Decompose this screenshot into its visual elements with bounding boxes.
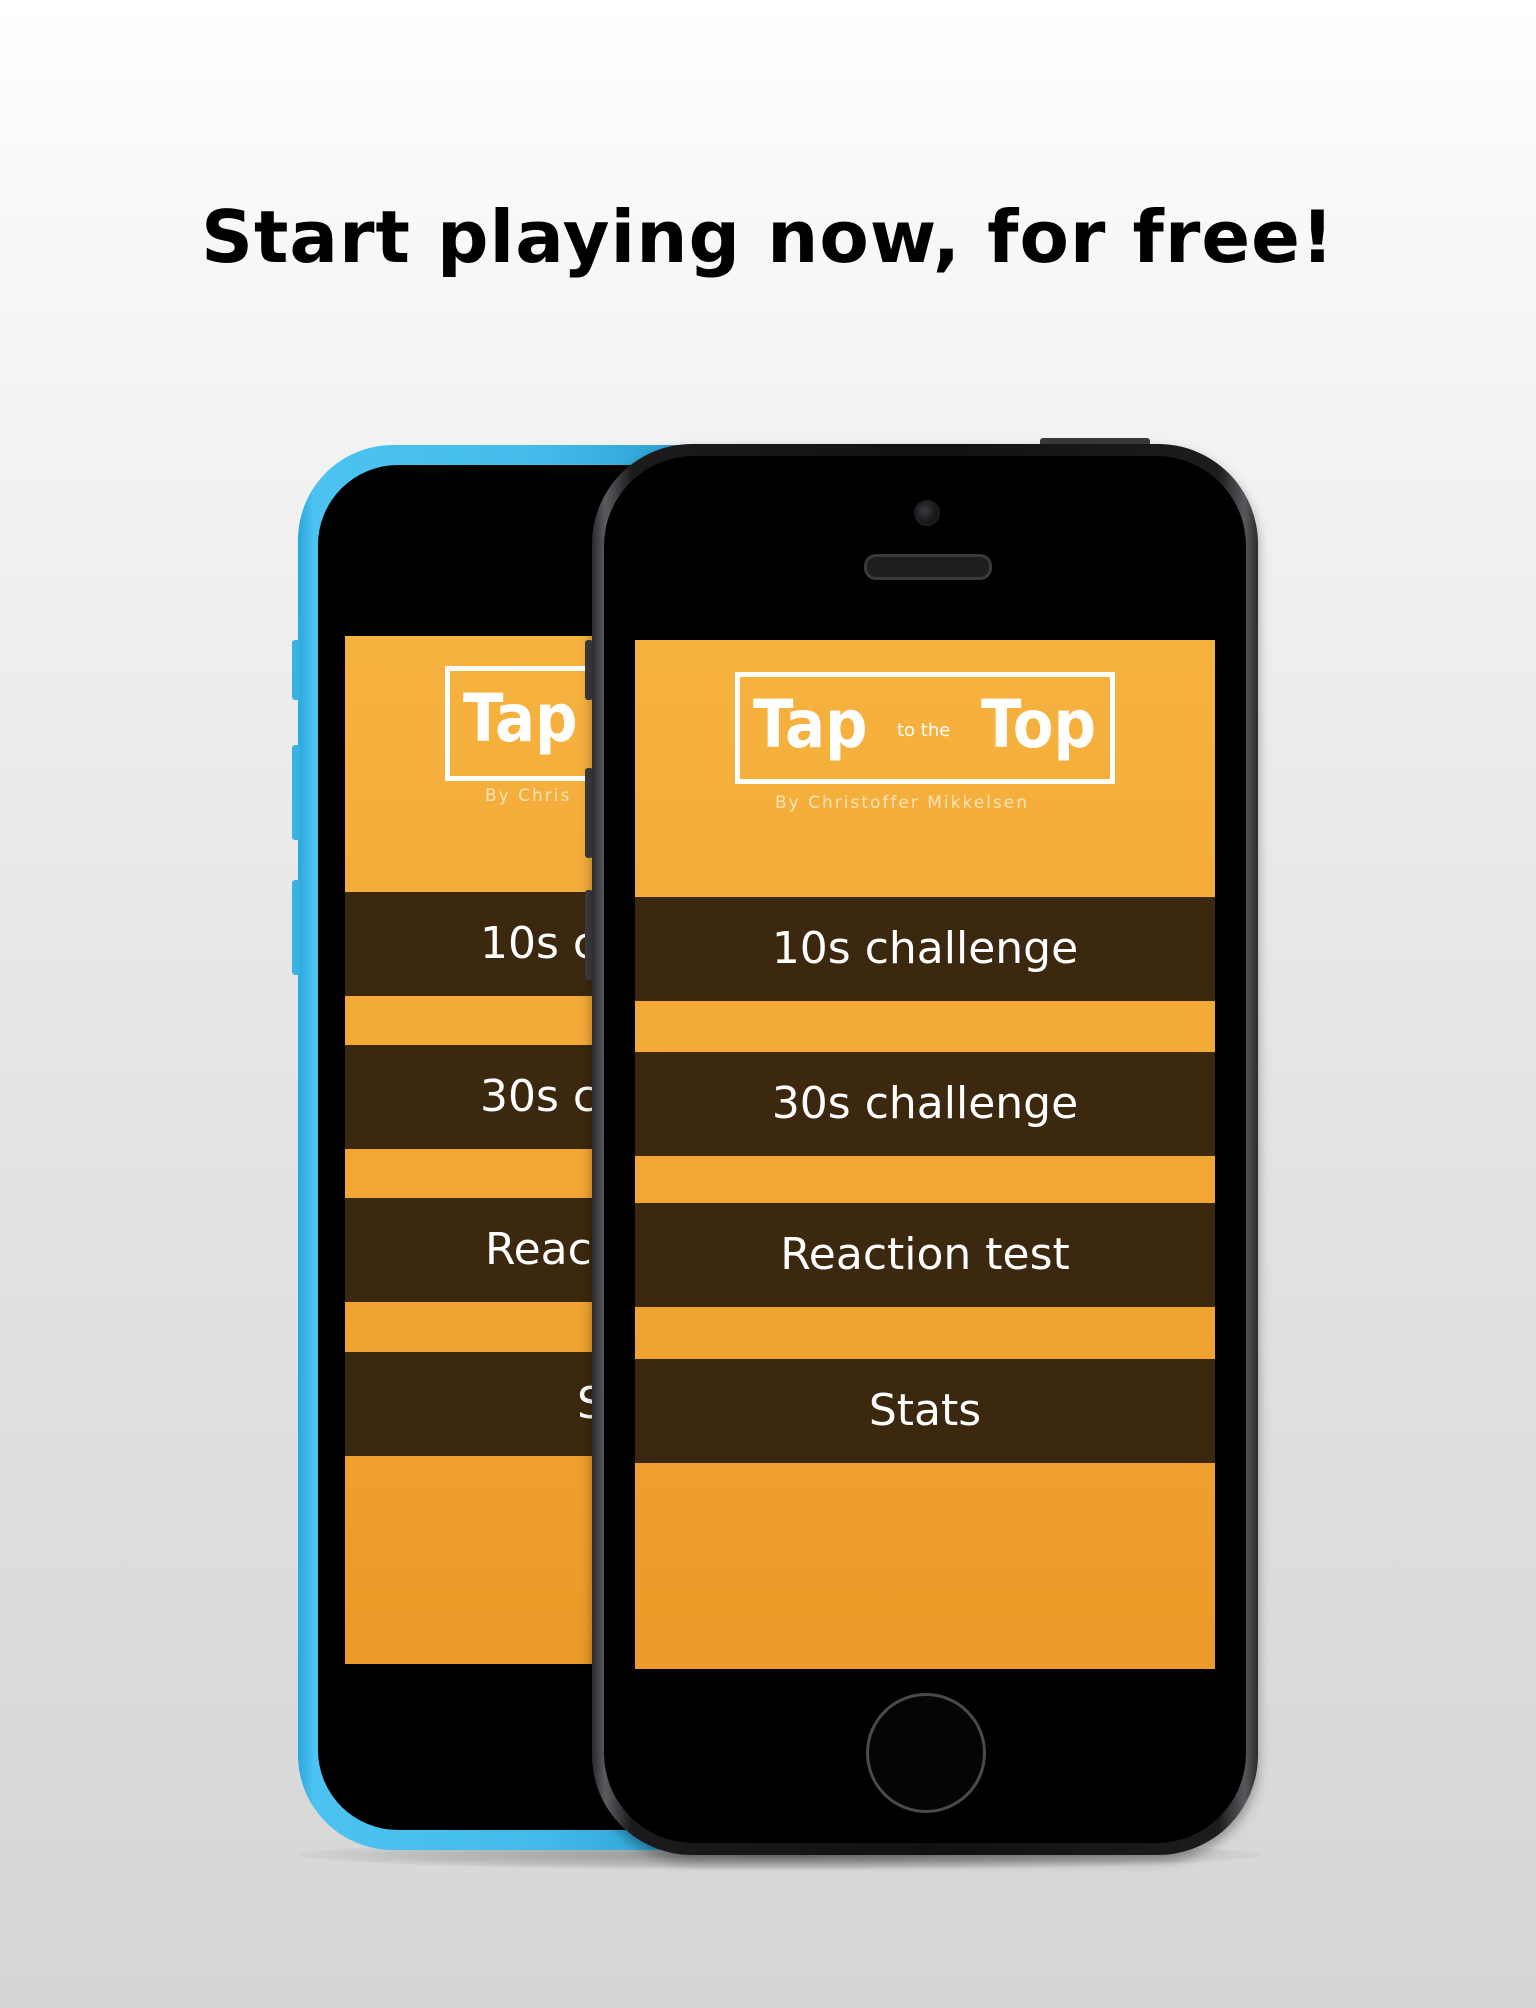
back-menu-item-10s[interactable]: 10s c <box>345 892 595 996</box>
back-menu-item-reaction[interactable]: Reac <box>345 1198 595 1302</box>
back-phone-button <box>292 640 300 700</box>
front-phone-screen: Tap to the Top By Christoffer Mikkelsen … <box>635 640 1215 1669</box>
logo-word-top: Top <box>981 686 1097 763</box>
byline: By Christoffer Mikkelsen <box>775 793 1029 813</box>
logo-word-tap: Tap <box>753 686 868 763</box>
back-logo-word: Tap <box>463 680 578 757</box>
front-camera-icon <box>914 500 940 526</box>
back-menu-item-30s[interactable]: 30s c <box>345 1045 595 1149</box>
menu-item-10s-challenge[interactable]: 10s challenge <box>635 897 1215 1001</box>
speaker-grille-icon <box>864 554 992 580</box>
back-phone-button <box>292 880 300 975</box>
back-menu-item-stats[interactable]: S <box>345 1352 595 1456</box>
logo-connector: to the <box>897 720 951 741</box>
back-phone-button <box>292 745 300 840</box>
back-byline: By Chris <box>485 786 572 806</box>
headline: Start playing now, for free! <box>201 195 1335 279</box>
menu-item-reaction-test[interactable]: Reaction test <box>635 1203 1215 1307</box>
back-phone-screen: Tap By Chris 10s c 30s c Reac S <box>345 636 595 1664</box>
home-button-icon[interactable] <box>866 1693 986 1813</box>
menu-item-30s-challenge[interactable]: 30s challenge <box>635 1052 1215 1156</box>
menu-item-stats[interactable]: Stats <box>635 1359 1215 1463</box>
